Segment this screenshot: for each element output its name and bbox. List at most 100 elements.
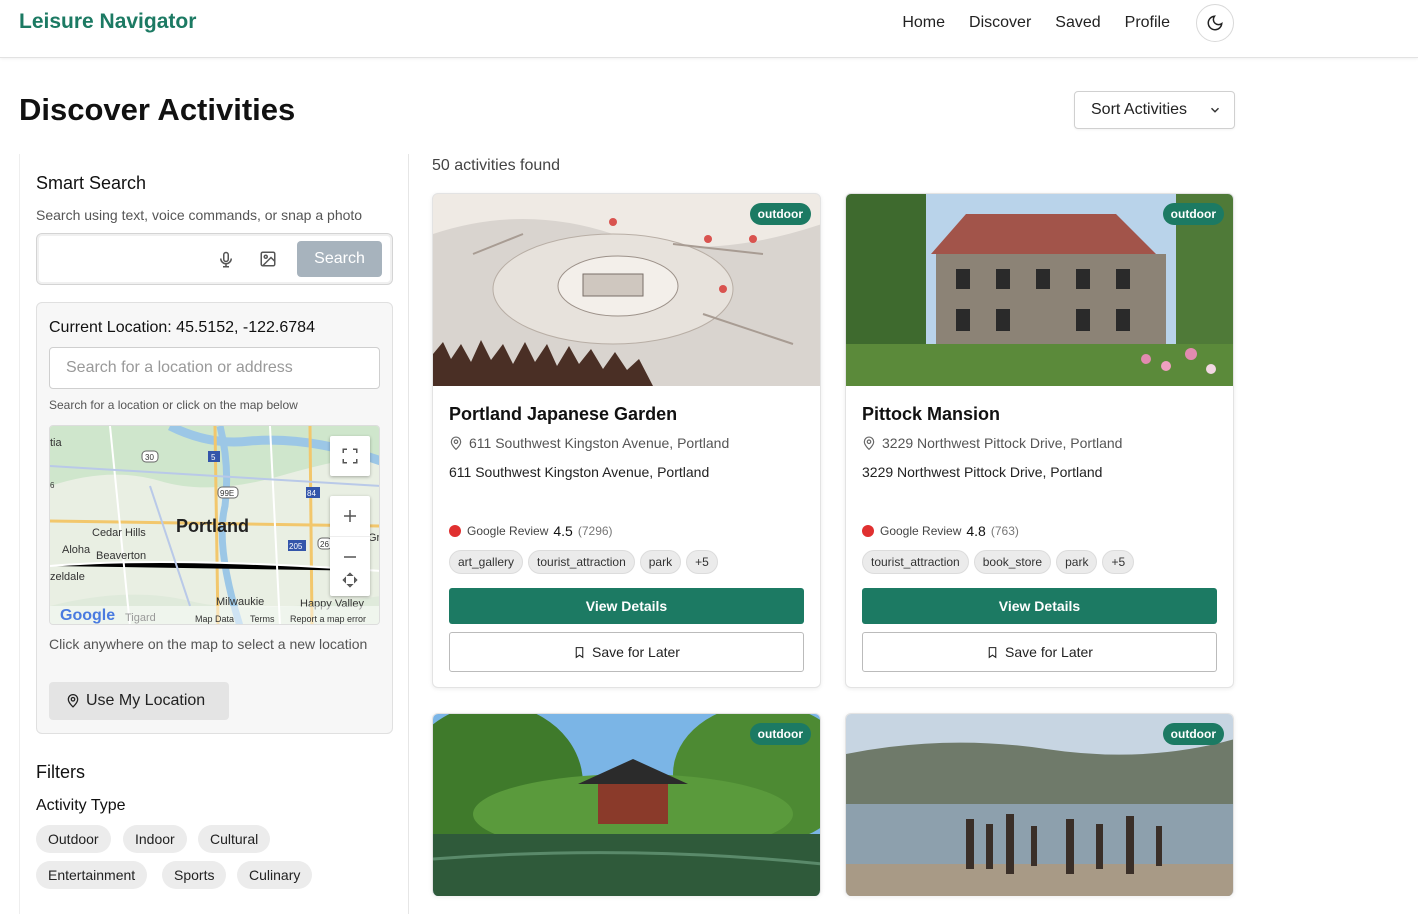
more-tags[interactable]: +5 — [686, 550, 718, 574]
zoom-in-button[interactable] — [330, 496, 370, 536]
sort-label: Sort Activities — [1091, 101, 1188, 118]
category-badge: outdoor — [1162, 723, 1224, 745]
review-label: Google Review — [467, 524, 549, 538]
save-for-later-label: Save for Later — [592, 644, 680, 660]
map-shield: 99E — [220, 489, 234, 498]
map-fullscreen-button[interactable] — [330, 436, 370, 476]
category-badge: outdoor — [749, 723, 811, 745]
review-rating: 4.5 — [553, 523, 573, 539]
activity-address: 611 Southwest Kingston Avenue, Portland — [449, 464, 710, 480]
map-city-label: Portland — [176, 516, 249, 536]
map-place-label: tia — [50, 437, 63, 449]
activity-title[interactable]: Pittock Mansion — [862, 404, 1000, 425]
location-map[interactable]: tia Cedar Hills Aloha Beaverton zeldale … — [49, 425, 380, 625]
smart-search-subtitle: Search using text, voice commands, or sn… — [36, 207, 363, 223]
location-hint: Search for a location or click on the ma… — [49, 398, 298, 412]
filters-title: Filters — [36, 762, 85, 782]
filter-chip-culinary[interactable]: Culinary — [237, 861, 313, 889]
save-for-later-button[interactable]: Save for Later — [862, 632, 1217, 672]
fullscreen-icon — [342, 448, 358, 464]
filter-chip-sports[interactable]: Sports — [162, 861, 227, 889]
nav-home[interactable]: Home — [902, 14, 945, 32]
nav-discover[interactable]: Discover — [969, 14, 1031, 32]
map-zoom-controls — [330, 496, 370, 596]
activity-card[interactable]: outdoor Pittock Mansion 3229 Northwest P… — [845, 193, 1234, 688]
theme-toggle-button[interactable] — [1196, 4, 1234, 42]
view-details-button[interactable]: View Details — [862, 588, 1217, 624]
map-place-label: Cedar Hills — [92, 527, 146, 539]
image-upload-icon[interactable] — [259, 250, 277, 268]
results-count: 50 activities found — [432, 157, 561, 174]
use-my-location-button[interactable]: Use My Location — [49, 682, 229, 720]
map-shield: 84 — [307, 489, 316, 498]
map-shield: 5 — [211, 453, 216, 462]
activity-address-line: 3229 Northwest Pittock Drive, Portland — [862, 435, 1122, 451]
category-badge: outdoor — [1162, 203, 1224, 225]
sidebar: Smart Search Search using text, voice co… — [19, 154, 409, 914]
filter-chip-entertainment[interactable]: Entertainment — [36, 861, 148, 889]
activity-address: 3229 Northwest Pittock Drive, Portland — [862, 464, 1103, 480]
pan-icon — [342, 572, 358, 588]
tag: park — [1056, 550, 1098, 574]
smart-search-box: Search — [36, 233, 393, 285]
map-place-label: zeldale — [50, 571, 85, 583]
map-attribution[interactable]: Terms — [250, 614, 275, 624]
address-text: 3229 Northwest Pittock Drive, Portland — [882, 435, 1123, 451]
location-search-input[interactable]: Search for a location or address — [49, 347, 380, 389]
map-shield: 205 — [289, 542, 303, 551]
address-text: 611 Southwest Kingston Avenue, Portland — [469, 435, 730, 451]
location-panel: Current Location: 45.5152, -122.6784 Sea… — [36, 302, 393, 734]
microphone-icon[interactable] — [217, 250, 235, 270]
filter-chip-indoor[interactable]: Indoor — [123, 825, 187, 853]
nav-saved[interactable]: Saved — [1055, 14, 1100, 32]
map-caption: Click anywhere on the map to select a ne… — [49, 636, 368, 652]
map-shield: 6 — [50, 481, 55, 490]
google-review-icon — [449, 525, 461, 537]
map-shield: 30 — [145, 453, 154, 462]
activity-title[interactable]: Portland Japanese Garden — [449, 404, 677, 425]
tag: tourist_attraction — [528, 550, 635, 574]
plus-icon — [344, 510, 356, 522]
view-details-button[interactable]: View Details — [449, 588, 804, 624]
filter-chip-cultural[interactable]: Cultural — [198, 825, 271, 853]
save-for-later-label: Save for Later — [1005, 644, 1093, 660]
main-nav: Home Discover Saved Profile — [902, 0, 1234, 46]
bookmark-icon — [988, 646, 997, 658]
tag-list: tourist_attraction book_store park +5 — [862, 550, 1135, 574]
location-pin-icon — [67, 694, 79, 708]
review-rating: 4.8 — [966, 523, 986, 539]
tag: park — [639, 550, 682, 574]
map-pan-button[interactable] — [338, 568, 362, 592]
brand-logo[interactable]: Leisure Navigator — [19, 10, 196, 34]
bookmark-icon — [575, 646, 584, 658]
tag: tourist_attraction — [862, 550, 969, 574]
location-pin-icon — [863, 436, 875, 450]
more-tags[interactable]: +5 — [1102, 550, 1135, 574]
map-attribution[interactable]: Report a map error — [290, 614, 366, 624]
activity-card[interactable]: outdoor — [432, 713, 821, 896]
sort-activities-dropdown[interactable]: Sort Activities — [1074, 91, 1235, 129]
filter-chip-outdoor[interactable]: Outdoor — [36, 825, 111, 853]
search-button[interactable]: Search — [297, 241, 382, 277]
nav-profile[interactable]: Profile — [1125, 14, 1170, 32]
review-label: Google Review — [880, 524, 962, 538]
google-review: Google Review 4.8 (763) — [862, 523, 1019, 539]
tag: art_gallery — [449, 550, 524, 574]
google-logo: Google — [60, 607, 115, 624]
review-count: (7296) — [577, 524, 613, 538]
map-attribution[interactable]: Map Data — [195, 614, 234, 624]
google-review: Google Review 4.5 (7296) — [449, 523, 613, 539]
smart-search-input[interactable] — [45, 242, 205, 276]
current-location-label: Current Location: 45.5152, -122.6784 — [49, 319, 315, 336]
location-pin-icon — [450, 436, 462, 450]
save-for-later-button[interactable]: Save for Later — [449, 632, 804, 672]
minus-icon — [344, 555, 356, 558]
category-badge: outdoor — [749, 203, 811, 225]
page-title: Discover Activities — [19, 92, 296, 127]
activity-card[interactable]: outdoor Portland Japanese Garden 611 Sou… — [432, 193, 821, 688]
activity-card[interactable]: outdoor — [845, 713, 1234, 896]
smart-search-title: Smart Search — [36, 173, 147, 193]
top-navbar: Leisure Navigator Home Discover Saved Pr… — [0, 0, 1418, 58]
chevron-down-icon — [1210, 107, 1220, 113]
activity-address-line: 611 Southwest Kingston Avenue, Portland — [449, 435, 729, 451]
